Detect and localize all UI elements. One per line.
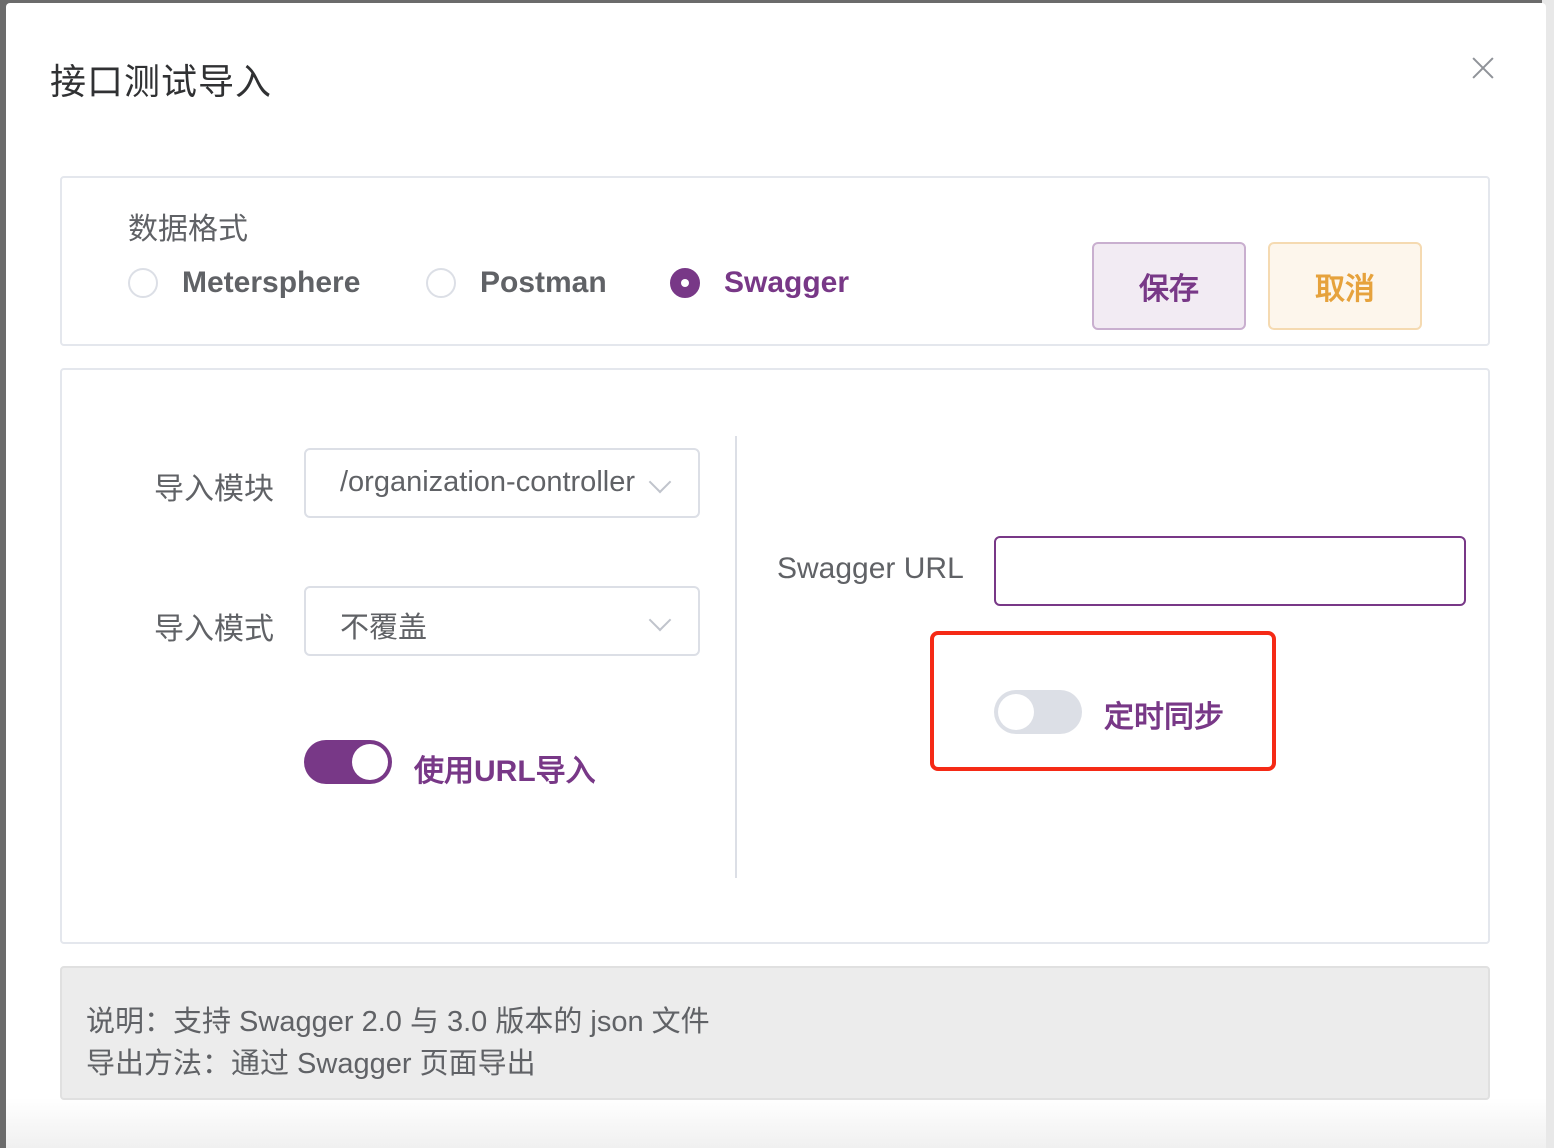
schedule-sync-label: 定时同步 (1104, 701, 1224, 734)
import-note: 说明：支持 Swagger 2.0 与 3.0 版本的 json 文件 导出方法… (60, 966, 1490, 1100)
data-format-card: 数据格式 Metersphere Postman Swagger 保存 取消 (60, 176, 1490, 346)
import-dialog: 接口测试导入 数据格式 Metersphere Postman Swagger … (6, 3, 1546, 1148)
radio-label: Swagger (724, 266, 850, 299)
module-select[interactable]: /organization-controller (304, 448, 700, 518)
cancel-button[interactable]: 取消 (1268, 242, 1422, 330)
radio-label: Metersphere (182, 266, 361, 299)
close-icon[interactable] (1468, 53, 1498, 83)
radio-circle (128, 268, 158, 298)
vertical-divider (735, 436, 737, 878)
schedule-sync-switch[interactable] (994, 690, 1082, 734)
radio-circle-checked (670, 268, 700, 298)
highlight-annotation-box (930, 631, 1276, 771)
swagger-url-label: Swagger URL (777, 552, 964, 585)
dialog-title: 接口测试导入 (50, 61, 273, 102)
module-label: 导入模块 (154, 473, 274, 506)
radio-swagger[interactable]: Swagger (670, 263, 849, 303)
mode-select-value: 不覆盖 (340, 612, 428, 644)
note-line: 导出方法：通过 Swagger 页面导出 (86, 1048, 536, 1080)
import-form-card: 导入模块 /organization-controller 导入模式 不覆盖 使… (60, 368, 1490, 944)
radio-circle (426, 268, 456, 298)
radio-postman[interactable]: Postman (426, 263, 607, 303)
save-button[interactable]: 保存 (1092, 242, 1246, 330)
radio-label: Postman (480, 266, 607, 299)
switch-knob (998, 694, 1034, 730)
use-url-label: 使用URL导入 (414, 755, 596, 788)
note-line: 说明：支持 Swagger 2.0 与 3.0 版本的 json 文件 (86, 1006, 710, 1038)
swagger-url-input[interactable] (994, 536, 1466, 606)
mode-select[interactable]: 不覆盖 (304, 586, 700, 656)
switch-knob (352, 744, 388, 780)
chevron-down-icon (648, 470, 672, 494)
radio-metersphere[interactable]: Metersphere (128, 263, 360, 303)
data-format-label: 数据格式 (128, 213, 248, 246)
module-select-value: /organization-controller (340, 466, 635, 498)
chevron-down-icon (648, 608, 672, 632)
dialog-footer-shade (6, 1098, 1546, 1148)
use-url-switch[interactable] (304, 740, 392, 784)
mode-label: 导入模式 (154, 613, 274, 646)
